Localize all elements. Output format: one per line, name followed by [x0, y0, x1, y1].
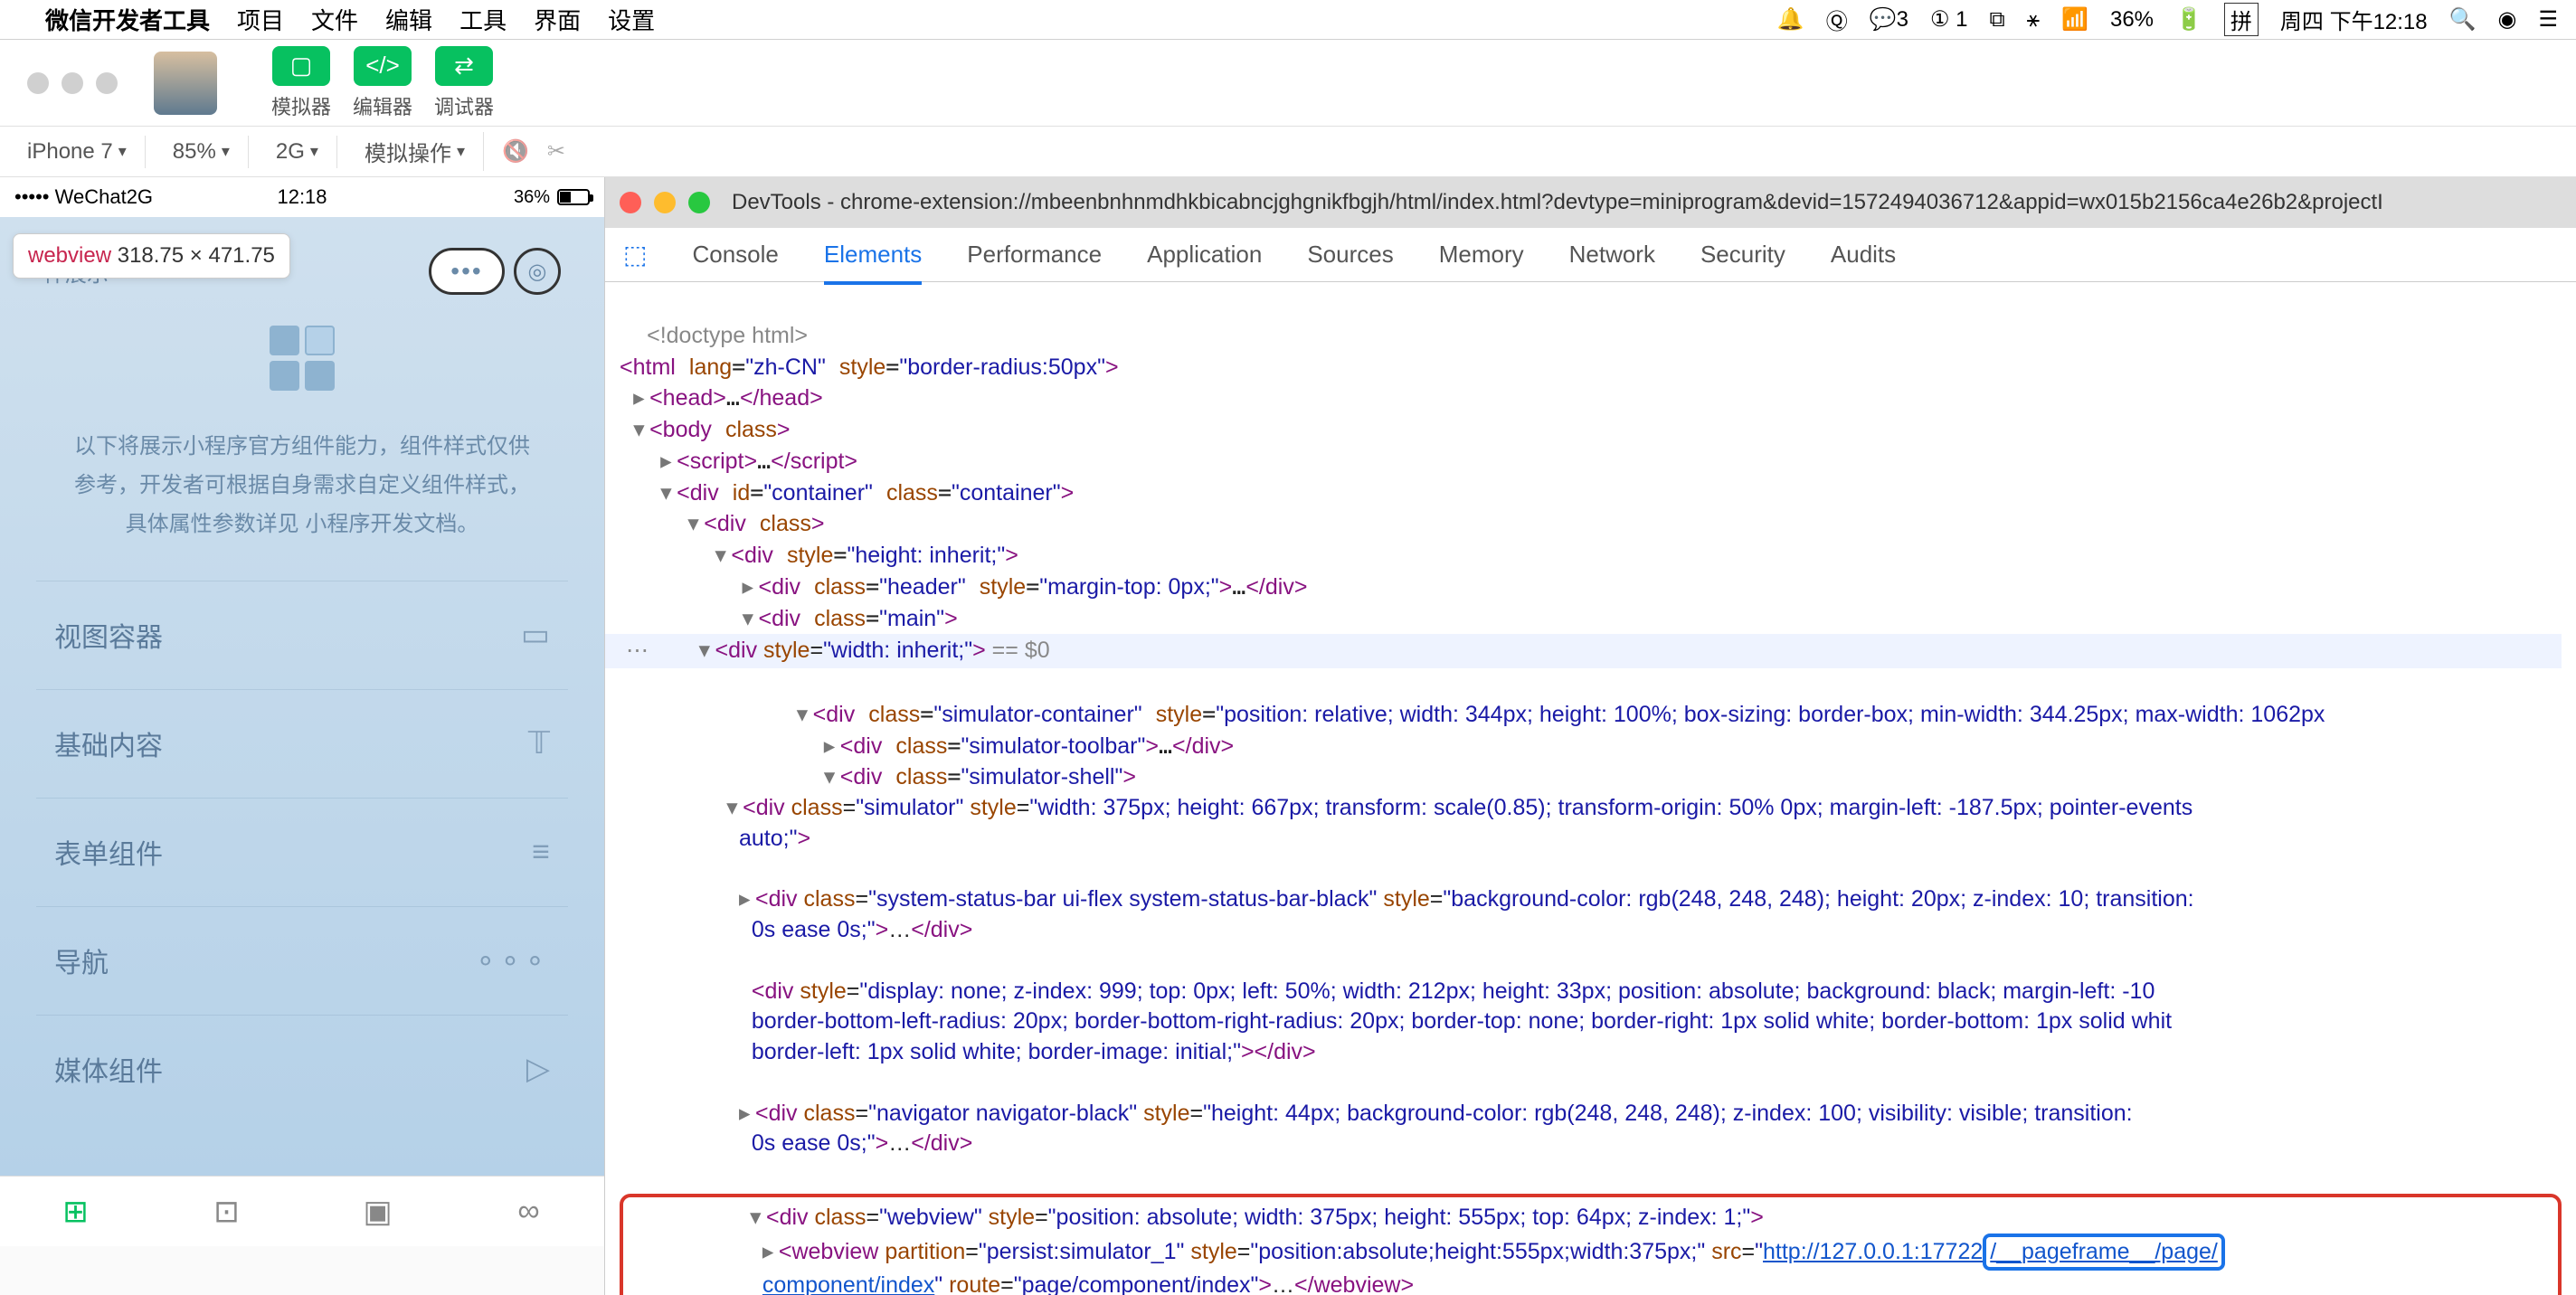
battery-icon: [557, 189, 590, 205]
battery-icon: 🔋: [2175, 6, 2202, 33]
editor-button[interactable]: </> 编辑器: [353, 46, 412, 120]
simulator-panel: ••••• WeChat2G 12:18 36% webview 318.75 …: [0, 177, 604, 1295]
devtools-panel: DevTools - chrome-extension://mbeenbnhnm…: [604, 177, 2576, 1295]
grid-icon: [270, 326, 335, 391]
dom-tree[interactable]: <!doctype html> <html lang="zh-CN" style…: [605, 282, 2576, 1295]
wifi-icon[interactable]: 📶: [2061, 6, 2088, 33]
tab-chip[interactable]: ▣: [360, 1194, 396, 1230]
status-time: 12:18: [206, 185, 398, 209]
tab-cloud[interactable]: ∞: [511, 1194, 547, 1230]
globe-icon[interactable]: ① 1: [1930, 6, 1968, 33]
devtools-tabs: ⬚ Console Elements Performance Applicati…: [605, 228, 2576, 282]
mute-icon[interactable]: 🔇: [502, 138, 529, 165]
tab-sources[interactable]: Sources: [1307, 241, 1393, 269]
highlight-box-1: ▾<div class="webview" style="position: a…: [620, 1194, 2562, 1295]
text-icon: 𝕋: [528, 725, 550, 761]
menu-ui[interactable]: 界面: [534, 3, 581, 36]
capsule-close-icon[interactable]: ◎: [514, 248, 561, 295]
wechat-icon[interactable]: 💬 3: [1870, 6, 1908, 33]
minimize-icon[interactable]: [62, 72, 83, 94]
siri-icon[interactable]: ◉: [2498, 6, 2517, 33]
tab-network[interactable]: Network: [1569, 241, 1655, 269]
battery-pct: 36%: [2110, 7, 2154, 33]
menu-project[interactable]: 项目: [237, 3, 284, 36]
macos-menubar: 微信开发者工具 项目 文件 编辑 工具 界面 设置 🔔 Ⓠ 💬 3 ① 1 ⧉ …: [0, 0, 2576, 40]
dots-icon: ∘∘∘: [476, 942, 550, 978]
bluetooth-icon[interactable]: ⚹: [2027, 7, 2040, 33]
menu-file[interactable]: 文件: [311, 3, 358, 36]
tab-console[interactable]: Console: [692, 241, 778, 269]
page-desc: 以下将展示小程序官方组件能力，组件样式仅供 参考，开发者可根据自身需求自定义组件…: [36, 427, 568, 544]
tab-audits[interactable]: Audits: [1831, 241, 1896, 269]
close-icon[interactable]: [620, 192, 641, 213]
tab-performance[interactable]: Performance: [967, 241, 1102, 269]
project-avatar[interactable]: [154, 52, 217, 115]
devtools-titlebar: DevTools - chrome-extension://mbeenbnhnm…: [605, 177, 2576, 228]
menubar-right: 🔔 Ⓠ 💬 3 ① 1 ⧉ ⚹ 📶 36% 🔋 拼 周四 下午12:18 🔍 ◉…: [1777, 3, 2558, 36]
sim-ops-select[interactable]: 模拟操作▾: [355, 132, 484, 171]
card-icon: ▭: [521, 617, 550, 653]
close-icon[interactable]: [27, 72, 49, 94]
list-item-media[interactable]: 媒体组件▷: [36, 1015, 568, 1123]
ime-indicator[interactable]: 拼: [2224, 3, 2259, 36]
capsule-menu-icon[interactable]: •••: [429, 248, 505, 295]
inspect-tooltip: webview 318.75 × 471.75: [13, 233, 290, 279]
list-item-nav[interactable]: 导航∘∘∘: [36, 906, 568, 1015]
device-bar: iPhone 7▾ 85%▾ 2G▾ 模拟操作▾ 🔇 ✂: [0, 127, 2576, 177]
maximize-icon[interactable]: [688, 192, 710, 213]
notif-icon[interactable]: 🔔: [1777, 6, 1804, 33]
display-icon[interactable]: ⧉: [1990, 7, 2005, 33]
phone-tabbar: ⊞ ⊡ ▣ ∞: [0, 1176, 604, 1246]
zoom-select[interactable]: 85%▾: [164, 136, 249, 168]
menu-settings[interactable]: 设置: [608, 3, 655, 36]
component-list: 视图容器▭ 基础内容𝕋 表单组件≡ 导航∘∘∘ 媒体组件▷: [36, 581, 568, 1123]
tab-application[interactable]: Application: [1147, 241, 1262, 269]
tab-elements[interactable]: Elements: [824, 241, 922, 285]
tab-api[interactable]: ⊡: [209, 1194, 245, 1230]
phone-icon: ▢: [272, 46, 330, 86]
menu-edit[interactable]: 编辑: [385, 3, 432, 36]
network-select[interactable]: 2G▾: [267, 136, 337, 168]
devtools-title: DevTools - chrome-extension://mbeenbnhnm…: [732, 190, 2383, 215]
list-item-form[interactable]: 表单组件≡: [36, 798, 568, 906]
app-toolbar: ▢ 模拟器 </> 编辑器 ⇄ 调试器: [0, 40, 2576, 127]
carrier-text: ••••• WeChat2G: [14, 185, 206, 209]
device-select[interactable]: iPhone 7▾: [18, 136, 146, 168]
inspect-icon[interactable]: ⬚: [623, 240, 647, 269]
list-item-view[interactable]: 视图容器▭: [36, 581, 568, 689]
menu-tools[interactable]: 工具: [459, 3, 507, 36]
spotlight-icon[interactable]: 🔍: [2449, 6, 2477, 33]
app-name[interactable]: 微信开发者工具: [45, 3, 210, 36]
play-icon: ▷: [526, 1051, 550, 1087]
cut-icon[interactable]: ✂: [547, 138, 565, 165]
minimize-icon[interactable]: [654, 192, 676, 213]
status-battery-pct: 36%: [514, 187, 550, 208]
debugger-button[interactable]: ⇄ 调试器: [434, 46, 494, 120]
simulator-button[interactable]: ▢ 模拟器: [271, 46, 331, 120]
list-item-basic[interactable]: 基础内容𝕋: [36, 689, 568, 798]
list-icon: ≡: [532, 835, 550, 870]
controlcenter-icon[interactable]: ☰: [2538, 6, 2558, 33]
code-icon: </>: [354, 46, 412, 86]
maximize-icon[interactable]: [96, 72, 118, 94]
datetime[interactable]: 周四 下午12:18: [2280, 4, 2428, 35]
window-controls: [9, 72, 136, 94]
tab-components[interactable]: ⊞: [58, 1194, 94, 1230]
tab-security[interactable]: Security: [1700, 241, 1785, 269]
phone-statusbar: ••••• WeChat2G 12:18 36%: [0, 177, 604, 217]
tab-memory[interactable]: Memory: [1439, 241, 1524, 269]
chevron-down-icon: ▾: [118, 142, 127, 161]
bug-icon: ⇄: [435, 46, 493, 86]
q-icon[interactable]: Ⓠ: [1826, 4, 1848, 35]
